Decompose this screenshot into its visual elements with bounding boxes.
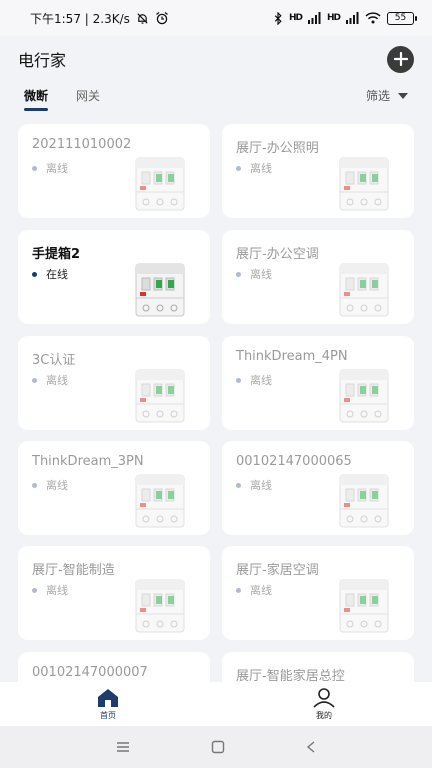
filter-dropdown[interactable]: 筛选 — [366, 82, 408, 110]
add-device-button[interactable] — [387, 45, 414, 73]
device-status: 离线 — [236, 372, 272, 388]
page-title: 电行家 — [18, 51, 67, 70]
device-name: 3C认证 — [32, 353, 76, 368]
device-status-label: 离线 — [250, 584, 272, 597]
breaker-image — [135, 369, 185, 423]
device-name: ThinkDream_3PN — [32, 454, 144, 469]
bluetooth-icon — [274, 11, 282, 25]
device-status-label: 离线 — [46, 479, 68, 492]
device-status: 离线 — [32, 372, 68, 388]
device-name: 00102147000065 — [236, 454, 352, 469]
square-home-icon[interactable] — [211, 740, 225, 754]
status-bar: 下午1:57 | 2.3K/s HD HD 55 — [0, 0, 432, 36]
filter-label: 筛选 — [365, 89, 390, 103]
breaker-image — [339, 579, 389, 633]
breaker-image — [339, 157, 389, 211]
device-card[interactable]: 展厅-办公照明离线 — [222, 124, 414, 218]
bottom-tab-profile-label: 我的 — [316, 710, 332, 720]
status-dot — [32, 377, 37, 383]
device-name: 展厅-办公空调 — [236, 247, 319, 262]
back-icon[interactable] — [305, 740, 317, 754]
breaker-image — [339, 369, 389, 423]
device-status: 离线 — [32, 160, 68, 176]
status-right: HD HD 55 — [273, 11, 417, 25]
user-icon — [313, 687, 335, 708]
device-status: 在线 — [32, 266, 68, 282]
status-dot — [236, 271, 241, 277]
device-card[interactable]: 展厅-智能制造离线 — [18, 546, 210, 640]
device-card[interactable]: 展厅-办公空调离线 — [222, 230, 414, 324]
breaker-image — [339, 474, 389, 528]
breaker-image — [135, 157, 185, 211]
device-status: 离线 — [236, 477, 272, 493]
device-card[interactable]: 00102147000065 离线 — [222, 441, 414, 535]
device-status-label: 在线 — [46, 268, 68, 281]
status-dot — [32, 587, 37, 593]
device-card[interactable]: 00102147000007 — [18, 652, 210, 682]
status-dot — [236, 377, 241, 383]
device-status-label: 离线 — [250, 374, 272, 387]
device-card[interactable]: 3C认证离线 — [18, 336, 210, 430]
device-name: 202111010002 — [32, 137, 132, 152]
device-status: 离线 — [32, 477, 68, 493]
breaker-image — [135, 579, 185, 633]
bottom-tab-home[interactable]: 首页 — [0, 682, 216, 726]
breaker-image — [339, 263, 389, 317]
device-status: 离线 — [32, 582, 68, 598]
status-dot — [32, 271, 37, 277]
bottom-tab-home-label: 首页 — [100, 710, 116, 720]
status-dot — [32, 165, 37, 171]
breaker-image — [135, 263, 185, 317]
device-name: 展厅-办公照明 — [236, 141, 319, 156]
device-grid: 202111010002 离线 展厅-办公照明 离线 手提箱2 在线 展厅-办公空调 离线 3C… — [18, 124, 414, 682]
device-card[interactable]: 手提箱2 在线 — [18, 230, 210, 324]
device-status-label: 离线 — [46, 162, 68, 175]
plus-icon — [393, 52, 408, 66]
bottom-tab-bar: 首页 我的 — [0, 682, 432, 726]
device-card[interactable]: 202111010002 离线 — [18, 124, 210, 218]
bell-off-icon — [137, 12, 148, 24]
device-status: 离线 — [236, 266, 272, 282]
category-tabs: 微断 网关 筛选 — [0, 82, 432, 112]
device-name: 00102147000007 — [32, 665, 148, 680]
signal-strength-1: HD — [288, 13, 303, 23]
breaker-image — [135, 474, 185, 528]
device-status-label: 离线 — [46, 584, 68, 597]
status-time: 下午1:57 | 2.3K/s — [30, 11, 130, 26]
device-status-label: 离线 — [250, 162, 272, 175]
device-card[interactable]: 展厅-智能家居总控 — [222, 652, 414, 682]
battery-indicator: 55 — [387, 11, 417, 25]
signal-icon — [307, 12, 321, 24]
alarm-icon — [155, 11, 168, 25]
wifi-icon — [365, 12, 381, 24]
status-left: 下午1:57 | 2.3K/s — [30, 10, 169, 27]
device-name: 展厅-智能家居总控 — [236, 669, 345, 682]
device-name: 展厅-家居空调 — [236, 563, 319, 578]
status-dot — [236, 165, 241, 171]
device-status-label: 离线 — [250, 479, 272, 492]
device-card[interactable]: ThinkDream_3PN 离线 — [18, 441, 210, 535]
system-nav-bar — [0, 726, 432, 768]
device-name: 展厅-智能制造 — [32, 563, 115, 578]
status-dot — [32, 482, 37, 488]
tab-gateway[interactable]: 网关 — [76, 83, 100, 111]
bottom-tab-profile[interactable]: 我的 — [216, 682, 432, 726]
device-status-label: 离线 — [250, 268, 272, 281]
signal-strength-2: HD — [326, 13, 341, 23]
device-name: 手提箱2 — [32, 247, 81, 262]
device-name: ThinkDream_4PN — [236, 349, 348, 364]
device-status: 离线 — [236, 160, 272, 176]
menu-icon[interactable] — [115, 741, 131, 753]
home-icon — [98, 688, 118, 707]
caret-down-icon — [398, 93, 408, 99]
status-dot — [236, 587, 241, 593]
device-status: 离线 — [236, 582, 272, 598]
tab-micro-breaker[interactable]: 微断 — [24, 83, 49, 111]
signal-icon-2 — [346, 12, 359, 24]
device-card[interactable]: ThinkDream_4PN 离线 — [222, 336, 414, 430]
app-header: 电行家 — [0, 36, 432, 82]
device-card[interactable]: 展厅-家居空调离线 — [222, 546, 414, 640]
status-dot — [236, 482, 241, 488]
device-status-label: 离线 — [46, 374, 68, 387]
